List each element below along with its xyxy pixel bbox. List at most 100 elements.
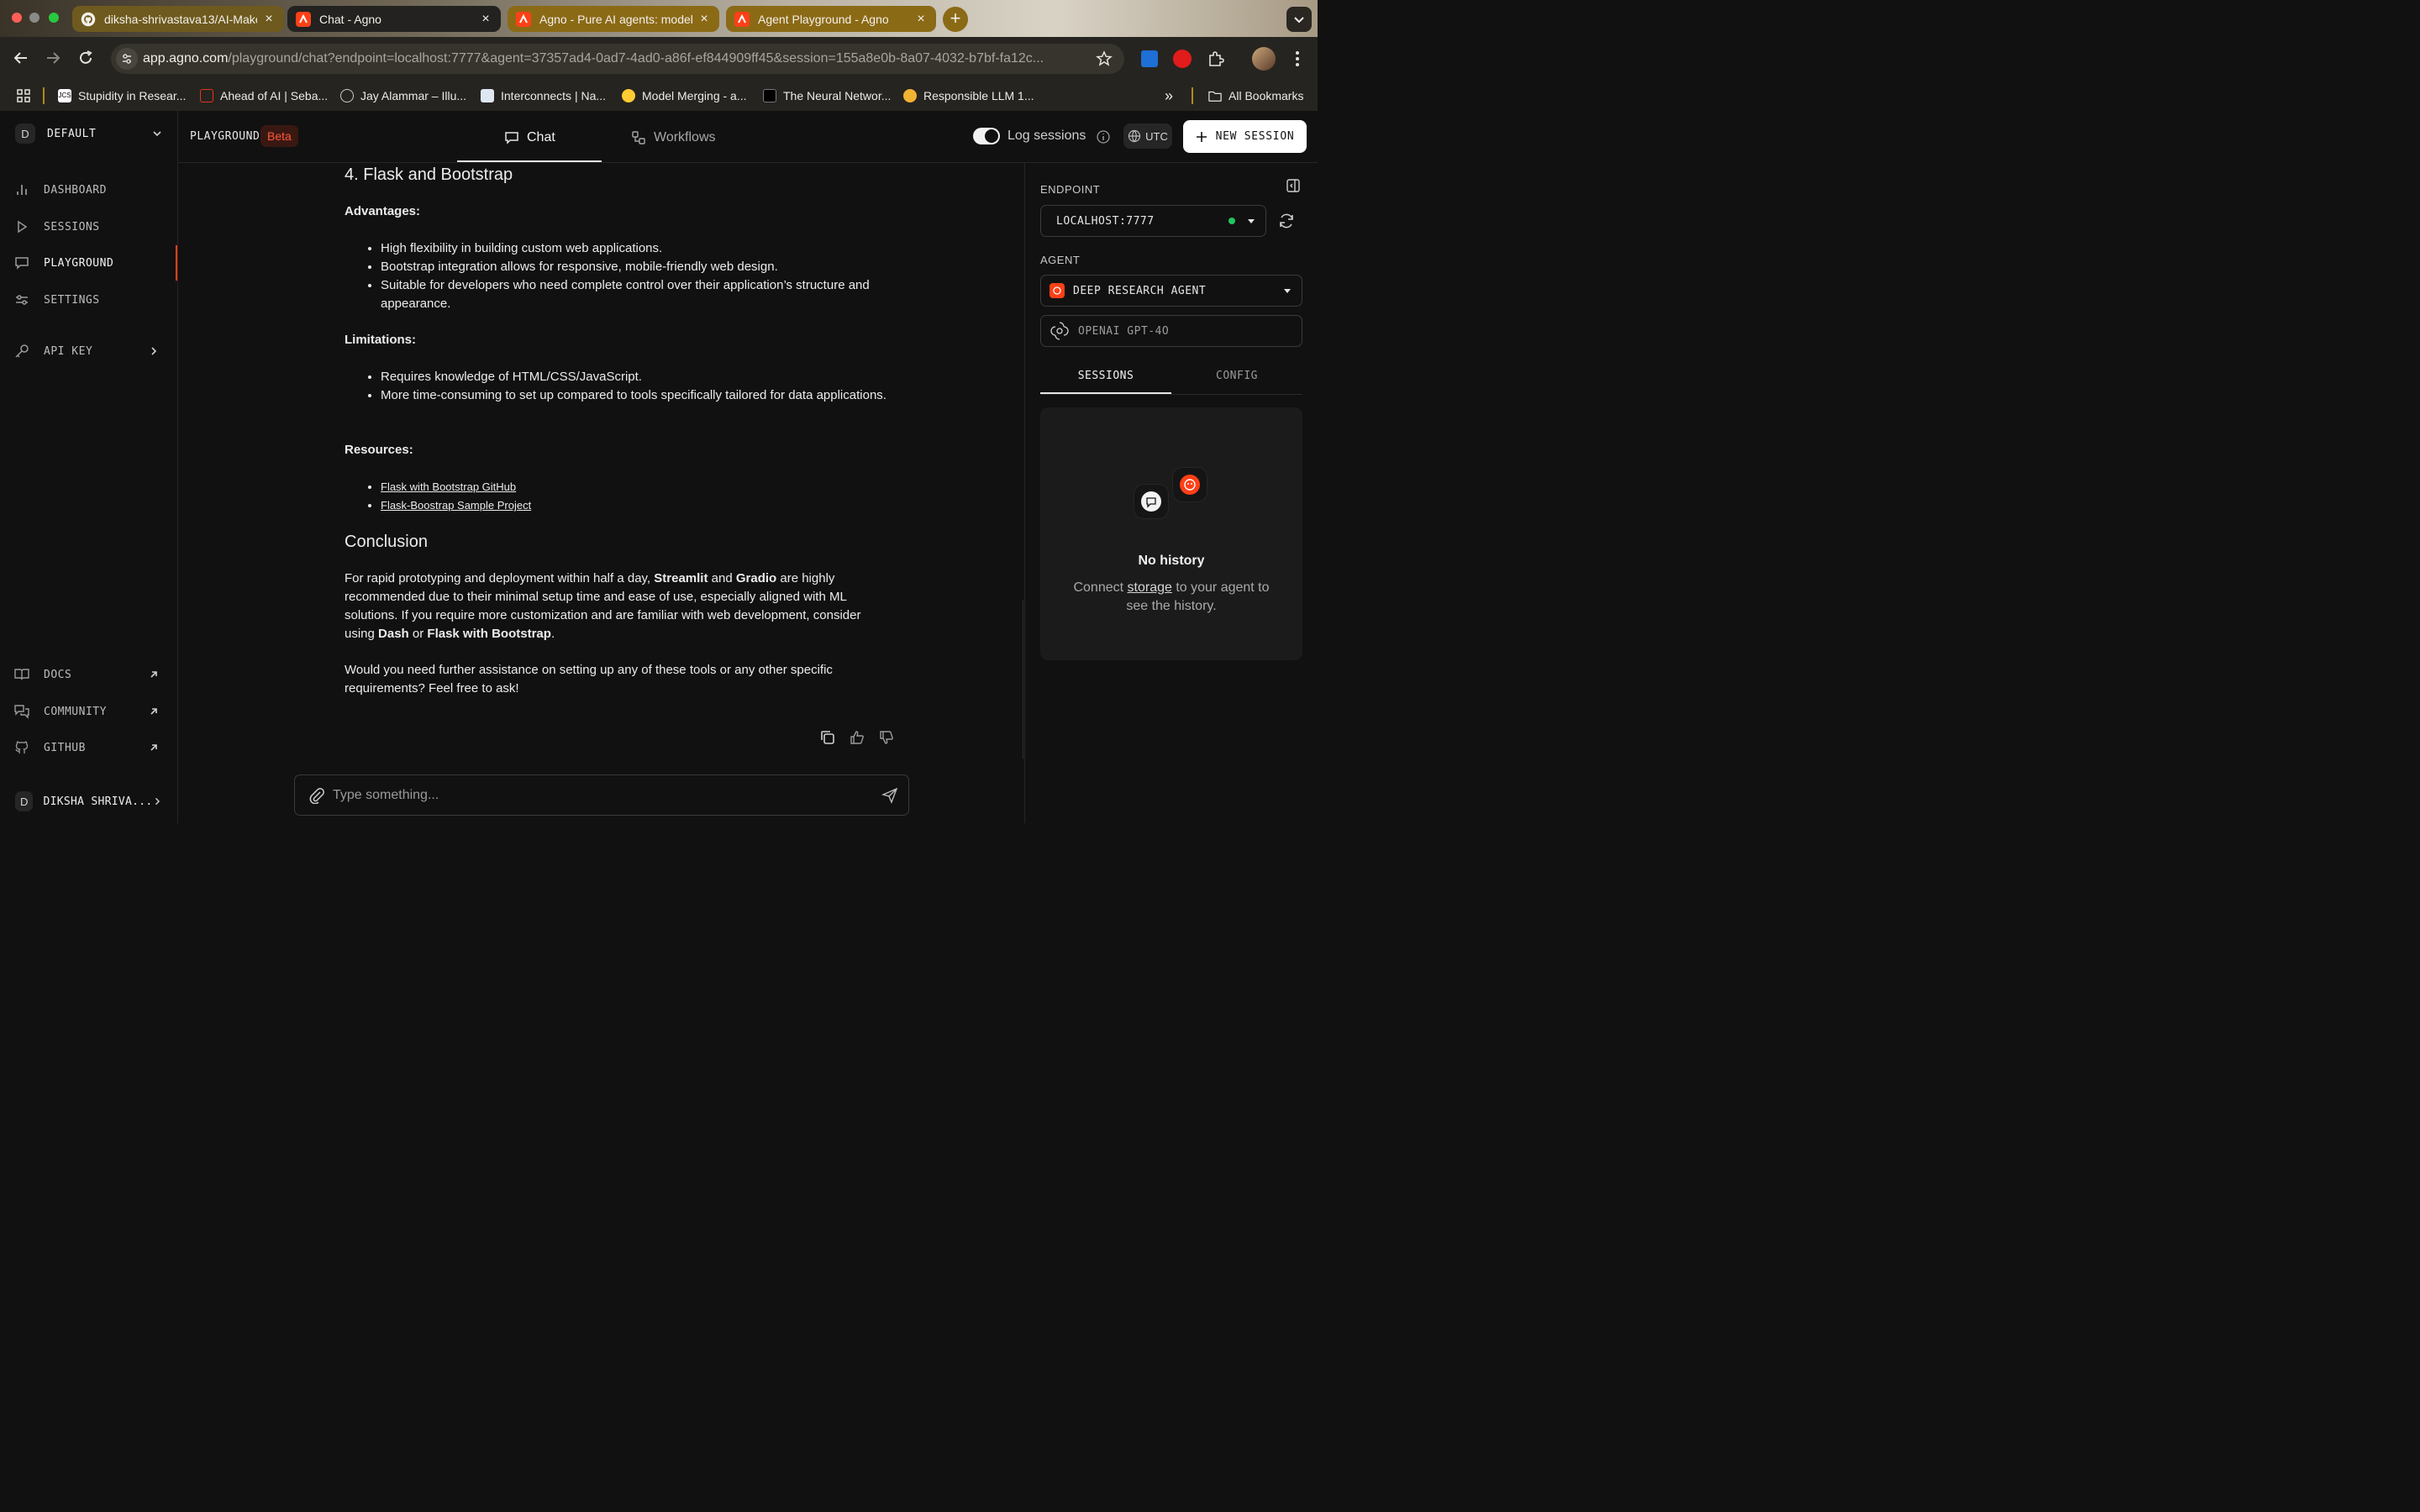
- sidebar-item-settings[interactable]: SETTINGS: [13, 290, 165, 310]
- timezone-selector[interactable]: UTC: [1123, 123, 1172, 149]
- copy-icon[interactable]: [818, 728, 837, 747]
- globe-icon: [1128, 129, 1141, 143]
- sidebar-item-label: API KEY: [44, 344, 93, 358]
- chevron-right-icon: [155, 797, 160, 806]
- thumbs-down-icon[interactable]: [877, 728, 896, 747]
- bookmark-favicon-icon: [200, 89, 213, 102]
- sidebar-item-label: SESSIONS: [44, 220, 100, 234]
- browser-tab[interactable]: Agent Playground - Agno ×: [726, 6, 936, 32]
- bookmark-item[interactable]: Ahead of AI | Seba...: [200, 87, 328, 104]
- active-indicator: [176, 245, 177, 281]
- closing-paragraph: Would you need further assistance on set…: [345, 663, 833, 696]
- message-input[interactable]: [331, 785, 855, 806]
- tab-chat[interactable]: Chat: [503, 129, 555, 146]
- chat-area: 4. Flask and Bootstrap Advantages: High …: [178, 163, 1023, 823]
- bar-chart-icon: [17, 185, 27, 195]
- paperclip-icon[interactable]: [308, 787, 325, 804]
- bookmark-label: Jay Alammar – Illu...: [360, 89, 467, 102]
- bold-text: Streamlit: [654, 571, 708, 585]
- sidebar-item-docs[interactable]: DOCS: [13, 664, 165, 685]
- bookmark-item[interactable]: JCS Stupidity in Resear...: [58, 87, 186, 104]
- chat-bubbles-icon: [14, 705, 29, 719]
- list-item: More time-consuming to set up compared t…: [381, 386, 902, 405]
- sidebar-item-dashboard[interactable]: DASHBOARD: [13, 180, 165, 200]
- tab-config[interactable]: CONFIG: [1171, 370, 1302, 382]
- bookmark-label: Stupidity in Resear...: [78, 89, 187, 102]
- new-session-button[interactable]: NEW SESSION: [1183, 120, 1307, 153]
- refresh-icon[interactable]: [1277, 212, 1296, 230]
- thumbs-up-icon[interactable]: [848, 728, 866, 747]
- url-text: app.agno.com/playground/chat?endpoint=lo…: [143, 51, 1044, 66]
- browser-tab-active[interactable]: Chat - Agno ×: [287, 6, 501, 32]
- extension-icon[interactable]: [1141, 50, 1158, 67]
- openai-icon: [1050, 322, 1069, 340]
- sidebar-item-community[interactable]: COMMUNITY: [13, 701, 165, 722]
- close-icon[interactable]: ×: [479, 12, 492, 26]
- puzzle-icon[interactable]: [1207, 50, 1225, 68]
- agent-select[interactable]: DEEP RESEARCH AGENT: [1040, 275, 1302, 307]
- sidebar-item-api-key[interactable]: API KEY: [13, 341, 165, 361]
- log-sessions-toggle[interactable]: [973, 128, 1000, 144]
- bookmark-item[interactable]: Interconnects | Na...: [481, 87, 606, 104]
- browser-tab-strip: diksha-shrivastava13/AI-Make × Chat - Ag…: [0, 0, 1318, 37]
- limitations-list: Requires knowledge of HTML/CSS/JavaScrip…: [345, 368, 902, 405]
- browser-tab[interactable]: diksha-shrivastava13/AI-Make ×: [72, 6, 284, 32]
- plus-icon: [1196, 131, 1207, 142]
- info-icon[interactable]: [1096, 129, 1111, 144]
- bookmark-item[interactable]: The Neural Networ...: [763, 87, 891, 104]
- back-button[interactable]: [12, 49, 30, 67]
- empty-history-card: No history Connect storage to your agent…: [1040, 407, 1302, 660]
- text-run: or: [408, 627, 428, 641]
- bookmarks-bar: JCS Stupidity in Resear... Ahead of AI | …: [0, 81, 1318, 112]
- endpoint-select[interactable]: LOCALHOST:7777: [1040, 205, 1266, 237]
- conclusion-paragraph: For rapid prototyping and deployment wit…: [345, 570, 892, 643]
- workspace-selector[interactable]: D DEFAULT: [15, 123, 163, 144]
- minimize-window-button[interactable]: [29, 13, 39, 23]
- apps-grid-icon[interactable]: [15, 87, 32, 104]
- bookmark-label: Ahead of AI | Seba...: [220, 89, 329, 102]
- forward-button[interactable]: [44, 49, 62, 67]
- close-window-button[interactable]: [12, 13, 22, 23]
- resource-link[interactable]: Flask with Bootstrap GitHub: [381, 480, 516, 493]
- close-icon[interactable]: ×: [697, 12, 711, 26]
- bookmark-label: Responsible LLM 1...: [923, 89, 1034, 102]
- resource-link[interactable]: Flask-Boostrap Sample Project: [381, 499, 531, 512]
- browser-tab[interactable]: Agno - Pure AI agents: model ×: [508, 6, 719, 32]
- user-menu[interactable]: D DIKSHA SHRIVA...: [15, 790, 163, 812]
- close-icon[interactable]: ×: [914, 12, 928, 26]
- new-tab-button[interactable]: +: [943, 7, 968, 32]
- message-square-icon: [505, 132, 518, 144]
- bookmarks-overflow-icon[interactable]: »: [1165, 87, 1173, 104]
- reload-button[interactable]: [76, 49, 95, 67]
- resources-label: Resources:: [345, 443, 413, 457]
- sidebar-item-sessions[interactable]: SESSIONS: [13, 217, 165, 237]
- tab-title: diksha-shrivastava13/AI-Make: [104, 12, 257, 26]
- storage-link[interactable]: storage: [1128, 580, 1172, 595]
- bookmark-item[interactable]: Jay Alammar – Illu...: [340, 87, 466, 104]
- sidebar-item-playground[interactable]: PLAYGROUND: [13, 253, 165, 273]
- extension-stop-icon[interactable]: [1173, 50, 1192, 68]
- endpoint-label: ENDPOINT: [1040, 183, 1101, 196]
- bookmark-item[interactable]: Model Merging - a...: [622, 87, 747, 104]
- more-vertical-icon[interactable]: [1291, 49, 1304, 69]
- list-item: Requires knowledge of HTML/CSS/JavaScrip…: [381, 368, 902, 386]
- arrow-up-right-icon: [150, 708, 157, 715]
- collapse-panel-icon[interactable]: [1286, 178, 1301, 193]
- address-bar[interactable]: app.agno.com/playground/chat?endpoint=lo…: [111, 44, 1124, 74]
- tab-workflows[interactable]: Workflows: [630, 129, 716, 146]
- log-sessions-label: Log sessions: [1007, 129, 1086, 143]
- star-icon[interactable]: [1096, 50, 1113, 67]
- tab-search-button[interactable]: [1286, 7, 1312, 32]
- bookmark-item[interactable]: Responsible LLM 1...: [903, 87, 1034, 104]
- profile-avatar[interactable]: [1252, 47, 1276, 71]
- tab-sessions[interactable]: SESSIONS: [1040, 370, 1171, 382]
- sidebar-item-github[interactable]: GITHUB: [13, 738, 165, 758]
- chevron-down-icon: [1294, 17, 1304, 24]
- close-icon[interactable]: ×: [262, 12, 276, 26]
- workspace-name: DEFAULT: [47, 127, 97, 140]
- workspace-avatar: D: [15, 123, 35, 144]
- maximize-window-button[interactable]: [49, 13, 59, 23]
- site-info-icon[interactable]: [116, 48, 138, 70]
- send-icon[interactable]: [881, 787, 898, 804]
- all-bookmarks-button[interactable]: All Bookmarks: [1208, 87, 1303, 104]
